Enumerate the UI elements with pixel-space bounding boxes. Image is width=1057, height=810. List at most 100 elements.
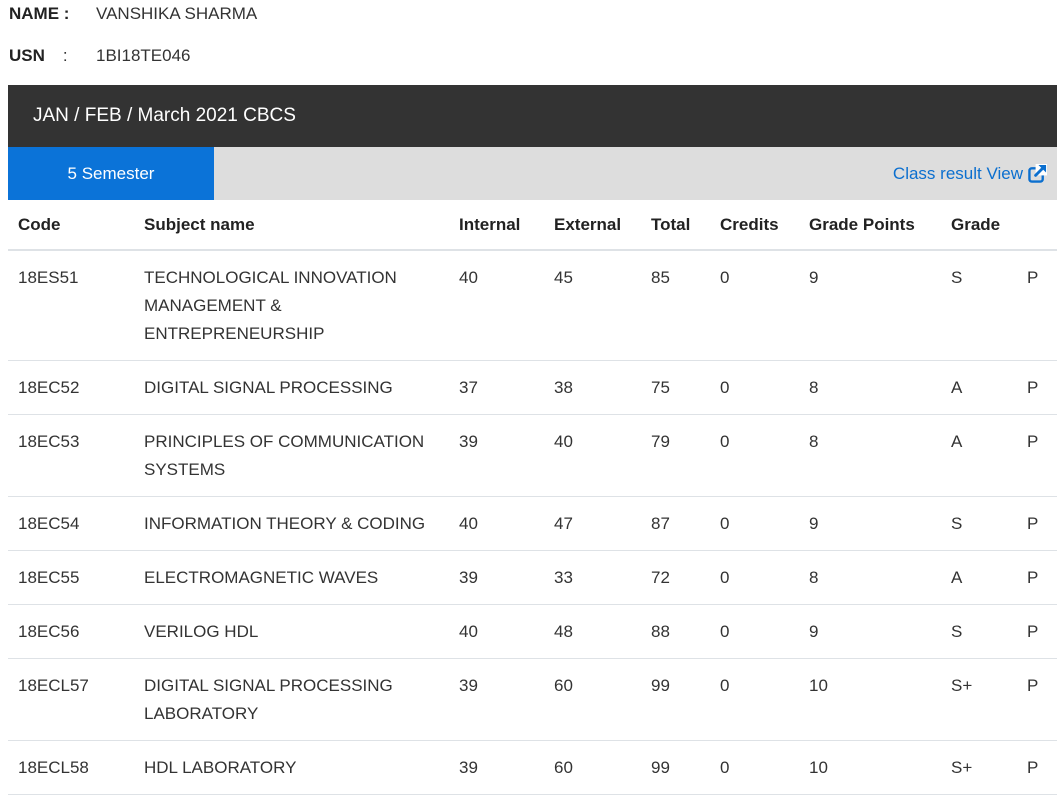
- credits-cell: 0: [710, 550, 799, 605]
- table-row: 18EC52 DIGITAL SIGNAL PROCESSING 37 38 75 0 8 A…: [8, 360, 1057, 415]
- total-marks-cell: 88: [641, 604, 710, 659]
- credits-cell: 0: [710, 658, 799, 741]
- table-row: 18ES51 TECHNOLOGICAL INNOVATION MANAGEMEN…: [8, 250, 1057, 361]
- subject-name-cell: TECHNOLOGICAL INNOVATION MANAGEMENT & EN…: [144, 268, 397, 343]
- credits-cell: 0: [710, 360, 799, 415]
- subject-name-cell: INFORMATION THEORY & CODING: [134, 496, 449, 551]
- grade-cell: A: [941, 414, 1017, 497]
- subject-code-cell: 18ECL57: [8, 658, 134, 741]
- internal-marks-cell: 39: [449, 414, 544, 497]
- grade-cell: S: [941, 496, 1017, 551]
- external-link-icon: [1028, 164, 1047, 183]
- header-total: Total: [641, 201, 710, 251]
- subject-code-cell: 18EC56: [8, 604, 134, 659]
- class-result-view-link[interactable]: Class result View: [893, 147, 1047, 200]
- header-result: [1017, 201, 1057, 251]
- usn-separator: :: [62, 46, 68, 65]
- subject-name-cell: PRINCIPLES OF COMMUNICATION SYSTEMS: [134, 414, 449, 497]
- credits-cell: 0: [710, 414, 799, 497]
- semester-bar: 5 Semester Class result View: [8, 147, 1057, 200]
- credits-cell: 0: [710, 794, 799, 810]
- result-cell: P: [1027, 268, 1039, 287]
- external-marks-cell: 45: [554, 268, 573, 287]
- external-marks-cell: 47: [544, 496, 641, 551]
- semester-tab-label: 5 Semester: [67, 163, 155, 183]
- result-cell: P: [1017, 496, 1057, 551]
- table-row: 18CIV59ENVIRONMENTAL STUDIES36397508AP: [8, 794, 1057, 810]
- internal-marks-cell: 37: [449, 360, 544, 415]
- external-marks-cell: 60: [544, 658, 641, 741]
- subject-name-cell: VERILOG HDL: [134, 604, 449, 659]
- credits-cell: 0: [710, 740, 799, 795]
- table-row: 18ECL57 DIGITAL SIGNAL PROCESSING LABORAT…: [8, 658, 1057, 741]
- grade-cell: A: [941, 550, 1017, 605]
- grade-points-cell: 9: [809, 268, 819, 287]
- grade-points-cell: 10: [799, 740, 941, 795]
- external-marks-cell: 33: [544, 550, 641, 605]
- total-marks-cell: 85: [651, 268, 670, 287]
- internal-marks-cell: 36: [449, 794, 544, 810]
- total-marks-cell: 75: [641, 794, 710, 810]
- internal-marks-cell: 40: [459, 268, 478, 287]
- header-code: Code: [8, 201, 134, 251]
- grade-cell: S+: [941, 658, 1017, 741]
- header-grade-points: Grade Points: [799, 201, 941, 251]
- total-marks-cell: 87: [641, 496, 710, 551]
- subject-name-cell: DIGITAL SIGNAL PROCESSING LABORATORY: [134, 658, 449, 741]
- grade-points-cell: 8: [799, 414, 941, 497]
- internal-marks-cell: 40: [449, 496, 544, 551]
- subject-code-cell: 18CIV59: [8, 794, 134, 810]
- external-marks-cell: 39: [544, 794, 641, 810]
- grade-cell: S+: [941, 740, 1017, 795]
- subject-code-cell: 18EC53: [8, 414, 134, 497]
- external-marks-cell: 40: [544, 414, 641, 497]
- grade-points-cell: 9: [799, 496, 941, 551]
- exam-header: JAN / FEB / March 2021 CBCS: [8, 85, 1057, 147]
- total-marks-cell: 79: [641, 414, 710, 497]
- subject-code-cell: 18EC54: [8, 496, 134, 551]
- table-row: 18ECL58 HDL LABORATORY 39 60 99 0 10 S+ P: [8, 740, 1057, 795]
- student-usn-row: USN : 1BI18TE046: [9, 44, 191, 68]
- student-name: VANSHIKA SHARMA: [96, 4, 258, 23]
- usn-label: USN: [9, 46, 45, 65]
- table-row: 18EC54 INFORMATION THEORY & CODING 40 47 87 0…: [8, 496, 1057, 551]
- grade-points-cell: 8: [799, 550, 941, 605]
- tab-semester[interactable]: 5 Semester: [8, 147, 214, 200]
- results-table: Code Subject name Internal External Tota…: [8, 201, 1057, 810]
- result-cell: P: [1017, 740, 1057, 795]
- table-row: 18EC56 VERILOG HDL 40 48 88 0 9 S P: [8, 604, 1057, 659]
- external-marks-cell: 38: [544, 360, 641, 415]
- result-cell: P: [1017, 414, 1057, 497]
- subject-code-cell: 18ES51: [18, 268, 79, 287]
- subject-code-cell: 18EC52: [8, 360, 134, 415]
- table-header-row: Code Subject name Internal External Tota…: [8, 201, 1057, 251]
- total-marks-cell: 99: [641, 658, 710, 741]
- total-marks-cell: 75: [641, 360, 710, 415]
- grade-points-cell: 8: [799, 794, 941, 810]
- result-cell: P: [1017, 794, 1057, 810]
- table-row: 18EC53 PRINCIPLES OF COMMUNICATION SYSTEM…: [8, 414, 1057, 497]
- grade-cell: A: [941, 794, 1017, 810]
- internal-marks-cell: 39: [449, 740, 544, 795]
- grade-cell: A: [941, 360, 1017, 415]
- internal-marks-cell: 40: [449, 604, 544, 659]
- grade-points-cell: 10: [799, 658, 941, 741]
- subject-code-cell: 18ECL58: [8, 740, 134, 795]
- header-internal: Internal: [449, 201, 544, 251]
- header-subject: Subject name: [134, 201, 449, 251]
- table-row: 18EC55 ELECTROMAGNETIC WAVES 39 33 72 0 8 A P: [8, 550, 1057, 605]
- exam-title: JAN / FEB / March 2021 CBCS: [33, 105, 296, 126]
- subject-name-cell: ENVIRONMENTAL STUDIES: [134, 794, 449, 810]
- header-grade: Grade: [941, 201, 1017, 251]
- total-marks-cell: 72: [641, 550, 710, 605]
- credits-cell: 0: [710, 496, 799, 551]
- subject-code-cell: 18EC55: [8, 550, 134, 605]
- internal-marks-cell: 39: [449, 658, 544, 741]
- result-cell: P: [1017, 658, 1057, 741]
- student-name-row: NAME : VANSHIKA SHARMA: [9, 2, 257, 26]
- grade-points-cell: 9: [799, 604, 941, 659]
- subject-name-cell: HDL LABORATORY: [134, 740, 449, 795]
- class-result-link-label: Class result View: [892, 163, 1023, 183]
- student-usn: 1BI18TE046: [96, 46, 191, 65]
- result-cell: P: [1017, 360, 1057, 415]
